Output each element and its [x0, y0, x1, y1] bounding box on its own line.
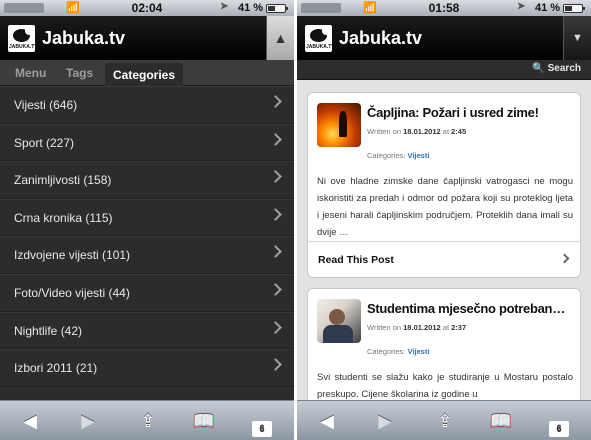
category-item-foto-video-vijesti[interactable]: Foto/Video vijesti (44) [0, 273, 294, 312]
site-header: JABUKA.TV Jabuka.tv ▲ [0, 16, 294, 60]
apple-logo-icon [310, 27, 330, 42]
chevron-right-icon [269, 95, 282, 108]
category-label: Crna kronika (115) [14, 210, 113, 225]
chevron-right-icon [269, 207, 282, 221]
post-categories: Categories: Vijesti [367, 347, 429, 356]
post-date: Written on 18.01.2012 at 2:45 [367, 127, 466, 136]
site-title[interactable]: Jabuka.tv [339, 28, 422, 49]
chevron-right-icon [559, 253, 570, 264]
category-label: Izdvojene vijesti (101) [14, 248, 131, 263]
forward-arrow-icon[interactable]: ▶ [373, 409, 397, 433]
chevron-right-icon [269, 132, 282, 146]
category-list: Vijesti (646) Sport (227) Zanimljivosti … [0, 86, 294, 387]
share-icon[interactable]: ⇪ [433, 409, 457, 433]
time-value: 2:45 [451, 127, 467, 136]
chevron-right-icon [269, 320, 282, 334]
status-bar: 📶 01:58 ➤ 41 % [297, 0, 591, 16]
site-title[interactable]: Jabuka.tv [42, 28, 125, 49]
category-item-vijesti[interactable]: Vijesti (646) [0, 86, 294, 124]
tabs-count: 6 [252, 421, 272, 437]
category-item-izdvojene-vijesti[interactable]: Izdvojene vijesti (101) [0, 236, 294, 274]
back-arrow-icon[interactable]: ◀ [18, 409, 42, 433]
status-bar: 📶 02:04 ➤ 41 % [0, 0, 294, 16]
category-label: Vijesti (646) [14, 98, 78, 112]
post-excerpt: Svi studenti se slažu kako je studiranje… [317, 372, 573, 400]
back-arrow-icon[interactable]: ◀ [315, 409, 339, 433]
battery-percent: 41 % [535, 2, 561, 14]
date-value: 18.01.2012 [403, 127, 441, 136]
category-item-izbori-2011[interactable]: Izbori 2011 (21) [0, 349, 294, 387]
battery-percent: 41 % [238, 2, 264, 14]
apple-logo-icon [13, 27, 33, 42]
search-icon: 🔍 [532, 63, 545, 74]
logo-text: JABUKA.TV [9, 44, 38, 50]
menu-tabs: Menu Tags Categories [0, 60, 294, 86]
read-post-label: Read This Post [318, 254, 394, 266]
phone-screen-posts: 📶 01:58 ➤ 41 % JABUKA.TV Jabuka.tv ▼ 🔍 Se… [297, 0, 591, 440]
category-label: Izbori 2011 (21) [14, 361, 98, 376]
category-item-nightlife[interactable]: Nightlife (42) [0, 311, 294, 350]
browser-toolbar: ◀ ▶ ⇪ 📖 6 [0, 400, 294, 440]
category-link[interactable]: Vijesti [407, 151, 429, 160]
categories-label: Categories: [367, 347, 406, 356]
search-button[interactable]: 🔍 Search [532, 63, 581, 74]
category-label: Nightlife (42) [14, 323, 83, 338]
chevron-right-icon [269, 358, 282, 372]
site-logo[interactable]: JABUKA.TV [305, 25, 335, 52]
chevron-up-icon: ▲ [273, 30, 288, 46]
chevron-right-icon [269, 170, 282, 184]
at-label: at [442, 323, 450, 332]
category-label: Zanimljivosti (158) [14, 173, 112, 188]
caret-down-icon: ▼ [572, 32, 583, 44]
share-icon[interactable]: ⇪ [136, 409, 160, 433]
read-post-button[interactable]: Read This Post [308, 241, 580, 277]
site-logo[interactable]: JABUKA.TV [8, 25, 38, 52]
bookmarks-icon[interactable]: 📖 [192, 409, 216, 433]
category-item-sport[interactable]: Sport (227) [0, 123, 294, 162]
site-header: JABUKA.TV Jabuka.tv ▼ [297, 16, 591, 60]
tabs-count: 6 [549, 421, 569, 437]
tabs-button[interactable]: 6 [547, 409, 571, 437]
category-item-crna-kronika[interactable]: Crna kronika (115) [0, 198, 294, 237]
post-thumbnail[interactable] [317, 299, 361, 343]
category-label: Sport (227) [14, 135, 75, 150]
category-label: Foto/Video vijesti (44) [14, 285, 130, 300]
search-label: Search [547, 63, 581, 74]
post-thumbnail[interactable] [317, 103, 361, 147]
categories-label: Categories: [367, 151, 406, 160]
post-title[interactable]: Studentima mjesečno potreban… [367, 301, 577, 316]
location-icon: ➤ [220, 1, 229, 12]
time-value: 2:37 [451, 323, 467, 332]
phone-screen-categories: 📶 02:04 ➤ 41 % JABUKA.TV Jabuka.tv ▲ Men… [0, 0, 294, 440]
chevron-right-icon [269, 283, 282, 296]
post-card: Čapljina: Požari i usred zime! Written o… [307, 92, 581, 278]
chevron-right-icon [269, 245, 282, 259]
post-title[interactable]: Čapljina: Požari i usred zime! [367, 105, 577, 120]
open-menu-button[interactable]: ▼ [563, 16, 591, 60]
battery-icon [266, 4, 288, 13]
date-value: 18.01.2012 [403, 323, 441, 332]
tabs-button[interactable]: 6 [250, 409, 274, 437]
tab-categories[interactable]: Categories [105, 63, 184, 86]
post-categories: Categories: Vijesti [367, 151, 429, 160]
category-link[interactable]: Vijesti [407, 347, 429, 356]
collapse-menu-button[interactable]: ▲ [266, 16, 294, 60]
at-label: at [442, 127, 450, 136]
written-prefix: Written on [367, 127, 402, 136]
bookmarks-icon[interactable]: 📖 [489, 409, 513, 433]
location-icon: ➤ [517, 1, 526, 12]
tab-tags[interactable]: Tags [66, 66, 93, 80]
written-prefix: Written on [367, 323, 402, 332]
forward-arrow-icon[interactable]: ▶ [76, 409, 100, 433]
post-excerpt: Ni ove hladne zimske dane čapljinski vat… [317, 176, 573, 238]
search-bar: 🔍 Search [297, 60, 591, 80]
browser-toolbar: ◀ ▶ ⇪ 📖 6 [297, 400, 591, 440]
category-item-zanimljivosti[interactable]: Zanimljivosti (158) [0, 161, 294, 199]
post-date: Written on 18.01.2012 at 2:37 [367, 323, 466, 332]
tab-menu[interactable]: Menu [15, 66, 46, 80]
logo-text: JABUKA.TV [306, 44, 335, 50]
battery-icon [563, 4, 585, 13]
